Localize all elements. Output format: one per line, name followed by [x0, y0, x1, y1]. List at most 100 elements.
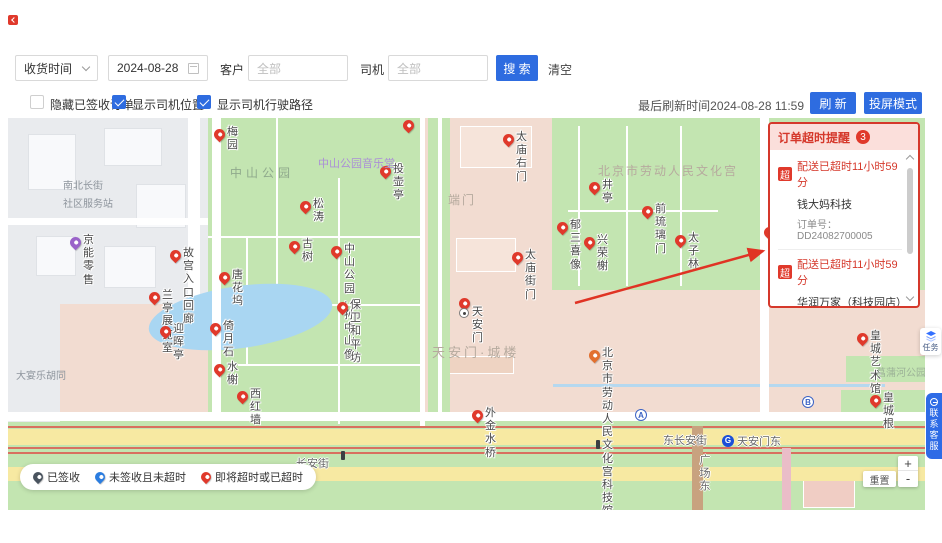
zoom-out-button[interactable]: - — [898, 471, 918, 486]
poi-label: 太子林 — [688, 232, 699, 272]
overdue-order-item[interactable]: 超配送已超时11小时59分华润万家（科技园店）2订单号：DD2408270000… — [778, 249, 902, 306]
map-pin-red[interactable] — [501, 132, 517, 148]
map-pin-red[interactable] — [147, 290, 163, 306]
overdue-order-item[interactable]: 超配送已超时11小时59分钱大妈科技订单号：DD24082700005 — [778, 152, 902, 249]
driver-marker-icon[interactable] — [459, 308, 469, 318]
poi-label: 井亭 — [602, 179, 613, 205]
poi-label: 古树 — [302, 238, 313, 264]
search-button[interactable]: 搜 索 — [496, 55, 538, 81]
map-poi[interactable]: 前琉璃门 — [642, 204, 653, 222]
show-route-label: 显示司机行驶路径 — [217, 96, 313, 113]
map-pin-red[interactable] — [470, 408, 486, 424]
map-poi[interactable]: 保卫和平坊 — [337, 300, 348, 318]
clear-button[interactable]: 清空 — [548, 61, 572, 78]
map-pin-red[interactable] — [587, 180, 603, 196]
scrollbar-thumb[interactable] — [907, 168, 913, 254]
cast-mode-button[interactable]: 投屏模式 — [864, 92, 922, 114]
map-pin-red[interactable] — [640, 204, 656, 220]
map-pin-red[interactable] — [582, 235, 598, 251]
poi-label: 迎晖亭 — [173, 323, 184, 363]
chat-icon — [930, 398, 938, 406]
map-poi[interactable]: 井亭 — [589, 180, 600, 198]
map-poi[interactable]: 西红墙 — [237, 389, 248, 407]
order-customer-name: 钱大妈科技 — [797, 196, 902, 212]
map-poi[interactable]: 古树 — [289, 239, 300, 257]
map-pin-red[interactable] — [868, 393, 884, 409]
map-pin-red[interactable] — [158, 324, 174, 340]
map-poi[interactable]: 兴荣榭 — [584, 235, 595, 253]
date-picker[interactable]: 2024-08-28 — [108, 55, 208, 81]
path — [208, 236, 420, 238]
map-pin-red[interactable] — [168, 248, 184, 264]
map-pin-red[interactable] — [212, 127, 228, 143]
map-poi[interactable]: 郁三喜像 — [557, 220, 568, 238]
legend-label: 已签收 — [47, 469, 80, 485]
poi-label: 兰亭展览室 — [162, 289, 173, 355]
map-pin-plain[interactable] — [401, 118, 417, 133]
customer-input[interactable]: 全部 — [248, 55, 348, 81]
driver-input[interactable]: 全部 — [388, 55, 488, 81]
show-route-checkbox[interactable] — [197, 95, 211, 109]
chevron-down-icon — [82, 62, 90, 70]
zoom-in-button[interactable]: + — [898, 456, 918, 471]
building — [104, 246, 156, 288]
refresh-button[interactable]: 刷 新 — [810, 92, 856, 114]
map-pin-red[interactable] — [510, 250, 526, 266]
filter-toolbar: 收货时间 2024-08-28 客户 全部 司机 全部 搜 索 清空 — [8, 55, 934, 82]
map-poi[interactable]: 唐花坞 — [219, 270, 230, 288]
map-poi[interactable]: 倚月石 — [210, 321, 221, 339]
map-poi[interactable]: 皇城艺术馆 — [857, 331, 868, 349]
task-widget[interactable]: 任务 — [920, 328, 941, 355]
map-pin-red[interactable] — [212, 362, 228, 378]
scroll-up-icon[interactable] — [906, 155, 914, 163]
map-poi[interactable]: 京能零售 — [70, 235, 81, 253]
map-pin-red[interactable] — [673, 233, 689, 249]
map-poi[interactable]: 外金水桥 — [472, 408, 483, 426]
metro-exit-icon: B — [802, 396, 814, 408]
map-area-label: 中山公园音乐堂 — [318, 154, 395, 172]
contact-service-tab[interactable]: 联系客服 — [926, 393, 942, 459]
map-pin-red[interactable] — [555, 220, 571, 236]
map-pin-red[interactable] — [235, 389, 251, 405]
map-pin-red[interactable] — [855, 331, 871, 347]
map-pin-purple[interactable] — [68, 235, 84, 251]
map-pin-red[interactable] — [208, 321, 224, 337]
map-poi[interactable]: 北京市劳动人民文化宫 科技馆 — [589, 348, 600, 366]
hide-signed-checkbox[interactable] — [30, 95, 44, 109]
path — [276, 118, 278, 306]
legend-pin-icon — [31, 470, 45, 484]
poi-label: 皇城根 — [883, 392, 894, 432]
map-pin-red[interactable] — [287, 239, 303, 255]
building — [803, 480, 855, 508]
map-pin-red[interactable] — [217, 270, 233, 286]
order-number: 订单号：DD24082700005 — [797, 216, 902, 242]
layers-icon — [925, 330, 937, 342]
time-type-select[interactable]: 收货时间 — [15, 55, 98, 81]
map-poi[interactable]: 皇城根 — [870, 393, 881, 411]
map-area-label: 中山公园 — [230, 164, 294, 182]
map-poi[interactable]: 中山公园 ·孙中山像 — [331, 244, 342, 262]
map-pin-orange[interactable] — [587, 348, 603, 364]
map-poi[interactable]: 水榭 — [214, 362, 225, 380]
map-poi[interactable]: 太庙右门 — [503, 132, 514, 150]
map-poi[interactable]: 太子林 — [675, 233, 686, 251]
legend-pin-icon — [199, 470, 213, 484]
poi-label: 前琉璃门 — [655, 203, 666, 256]
map-pin-red[interactable] — [298, 199, 314, 215]
poi-label: 保卫和平坊 — [350, 299, 361, 365]
map-pin-red[interactable] — [335, 300, 351, 316]
scroll-down-icon[interactable] — [906, 293, 914, 301]
map-pin-red[interactable] — [329, 244, 345, 260]
show-driver-pos-checkbox[interactable] — [112, 95, 126, 109]
poi-label: 松涛 — [313, 198, 324, 224]
map-poi[interactable]: 故宫入口回廊 — [170, 248, 181, 266]
map-poi[interactable]: 兰亭展览室 — [149, 290, 160, 308]
map-poi[interactable]: 梅园 — [214, 127, 225, 145]
poi-label: 郁三喜像 — [570, 219, 581, 272]
map-poi[interactable]: 松涛 — [300, 199, 311, 217]
map-poi[interactable]: 太庙街门 — [512, 250, 523, 268]
panel-scrollbar[interactable] — [906, 154, 915, 302]
map-poi[interactable]: 迎晖亭 — [160, 324, 171, 342]
reset-button[interactable]: 重置 — [863, 471, 896, 487]
collapse-icon[interactable] — [8, 15, 18, 25]
